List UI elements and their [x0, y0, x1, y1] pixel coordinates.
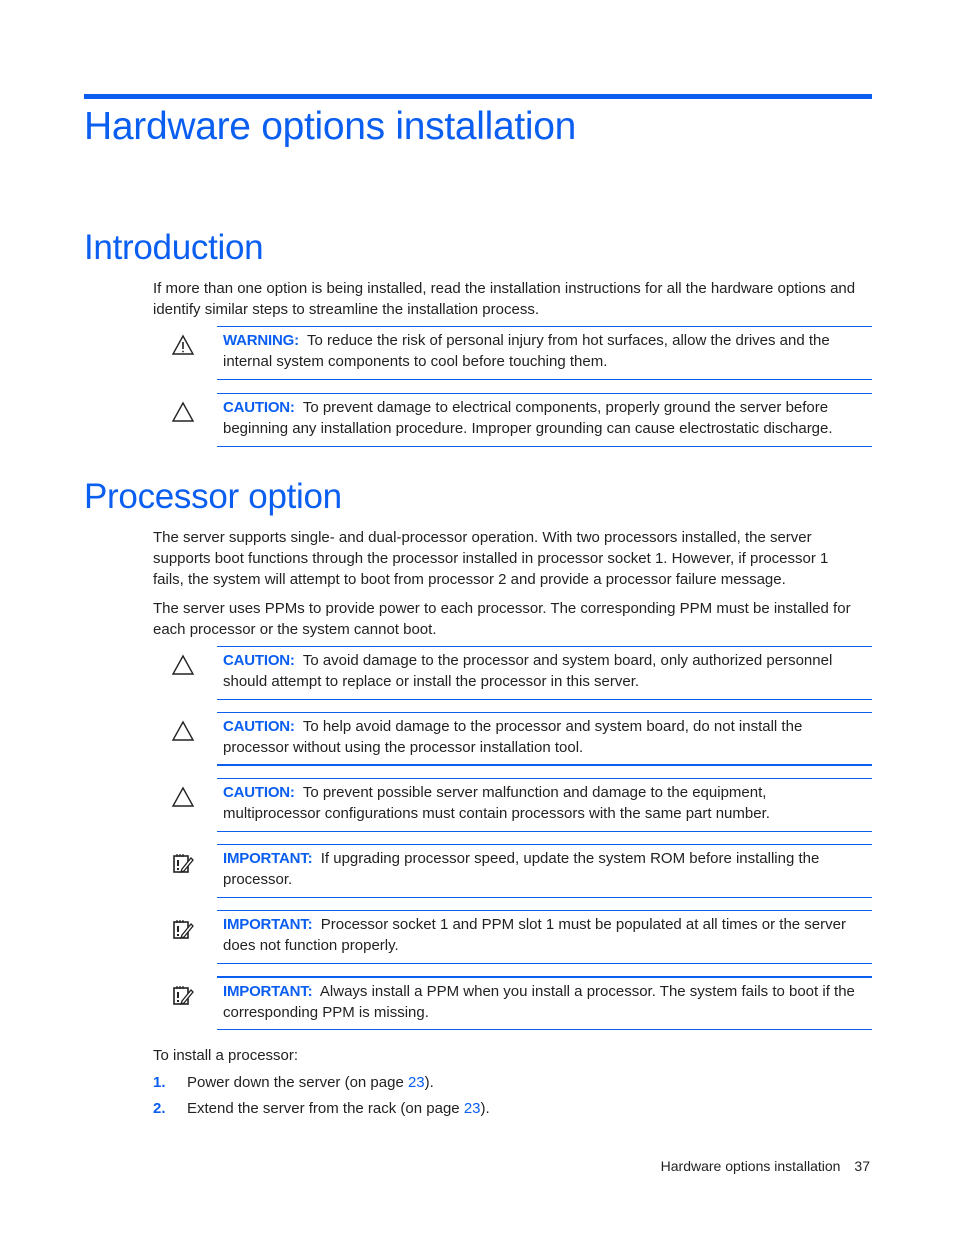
- note-label: WARNING:: [223, 332, 299, 349]
- step-text-end: ).: [424, 1074, 434, 1091]
- procedure-intro: To install a processor:: [153, 1047, 299, 1064]
- footer-section-title: Hardware options installation: [660, 1158, 841, 1174]
- page-link[interactable]: 23: [408, 1074, 425, 1091]
- note-text: To prevent possible server malfunction a…: [223, 784, 770, 822]
- note-text: If upgrading processor speed, update the…: [223, 850, 820, 888]
- step-text: Power down the server (on page: [187, 1074, 408, 1091]
- note-text: To avoid damage to the processor and sys…: [223, 652, 833, 690]
- page-link[interactable]: 23: [464, 1100, 481, 1117]
- step-text: Extend the server from the rack (on page: [187, 1100, 464, 1117]
- step-text-end: ).: [480, 1100, 490, 1117]
- heading-introduction: Introduction: [84, 228, 264, 267]
- procedure-step: 2. Extend the server from the rack (on p…: [153, 1098, 863, 1124]
- note-text: To reduce the risk of personal injury fr…: [223, 332, 830, 370]
- note-label: CAUTION:: [223, 399, 295, 416]
- note-text: To help avoid damage to the processor an…: [223, 718, 803, 756]
- page-number: 37: [854, 1158, 870, 1174]
- warning-icon: [171, 334, 195, 355]
- note-label: CAUTION:: [223, 784, 295, 801]
- note-label: CAUTION:: [223, 652, 295, 669]
- step-number: 2.: [153, 1100, 166, 1117]
- note-text: To prevent damage to electrical componen…: [223, 399, 833, 437]
- note-label: CAUTION:: [223, 718, 295, 735]
- important-icon: [173, 986, 194, 1006]
- note-text: Processor socket 1 and PPM slot 1 must b…: [223, 916, 846, 954]
- chapter-rule: [84, 94, 872, 99]
- note-text: Always install a PPM when you install a …: [223, 983, 855, 1021]
- note-label: IMPORTANT:: [223, 850, 313, 867]
- important-icon: [173, 920, 194, 940]
- procedure-steps: 1. Power down the server (on page 23). 2…: [153, 1072, 863, 1124]
- important-icon: [173, 854, 194, 874]
- note-label: IMPORTANT:: [223, 916, 313, 933]
- note-label: IMPORTANT:: [223, 983, 313, 1000]
- procedure-step: 1. Power down the server (on page 23).: [153, 1072, 863, 1098]
- processor-paragraph-2: The server uses PPMs to provide power to…: [153, 600, 851, 638]
- processor-paragraph-1: The server supports single- and dual-pro…: [153, 529, 829, 588]
- caution-icon: [171, 786, 195, 807]
- page-footer: Hardware options installation 37: [661, 1158, 870, 1174]
- caution-icon: [171, 654, 195, 675]
- chapter-title: Hardware options installation: [84, 105, 577, 148]
- heading-processor-option: Processor option: [84, 477, 342, 516]
- caution-icon: [171, 401, 195, 422]
- step-number: 1.: [153, 1074, 166, 1091]
- caution-icon: [171, 720, 195, 741]
- intro-paragraph: If more than one option is being install…: [153, 280, 856, 318]
